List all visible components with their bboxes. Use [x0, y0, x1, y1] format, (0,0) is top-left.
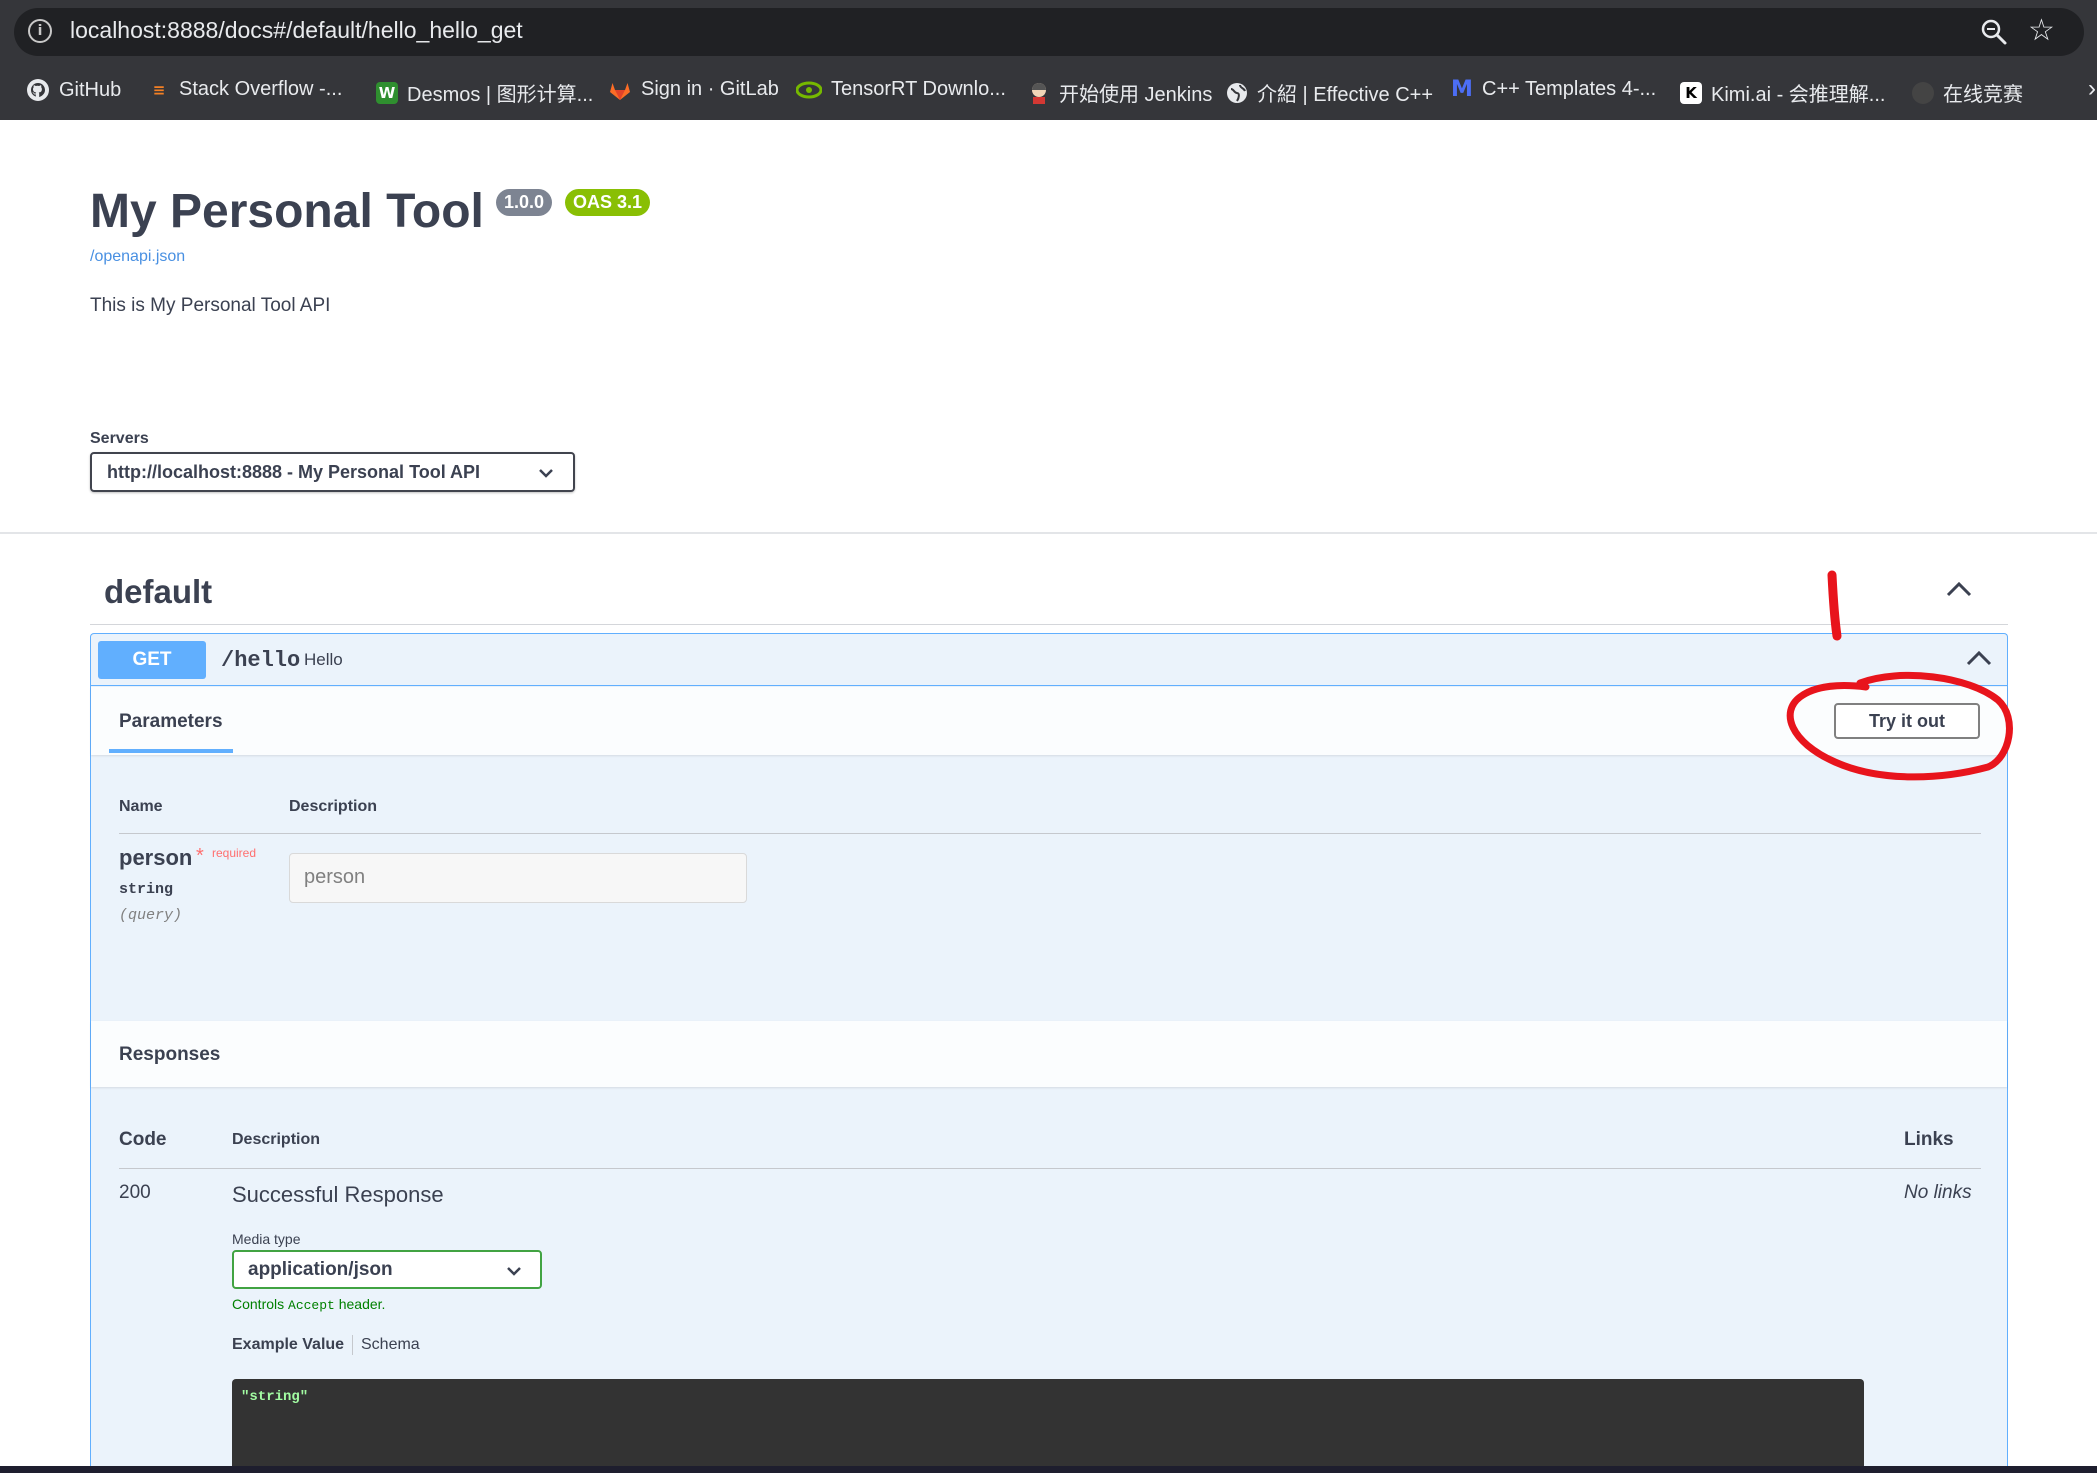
media-type-select[interactable]: application/json: [232, 1250, 542, 1289]
bookmark-kimi[interactable]: K Kimi.ai - 会推理解...: [1680, 78, 1885, 107]
tab-active-indicator: [109, 749, 233, 753]
taskbar-edge: [0, 1466, 2097, 1473]
response-description: Successful Response: [232, 1182, 444, 1207]
tab-example-value[interactable]: Example Value: [232, 1336, 344, 1354]
param-type: string: [119, 881, 174, 898]
tab-parameters[interactable]: Parameters: [119, 711, 223, 733]
bookmarks-overflow-icon[interactable]: ›: [2088, 75, 2096, 103]
url-text[interactable]: localhost:8888/docs#/default/hello_hello…: [70, 17, 523, 44]
page-title: My Personal Tool: [90, 185, 484, 238]
bookmark-star-icon[interactable]: ☆: [2028, 14, 2055, 48]
stackoverflow-icon: ≡: [152, 80, 166, 99]
required-star: *: [196, 845, 204, 867]
section-divider: [0, 532, 2097, 534]
contest-icon: [1912, 81, 1934, 104]
resp-col-links: Links: [1904, 1129, 1954, 1150]
bookmark-contest[interactable]: 在线竞赛: [1912, 78, 2023, 107]
github-icon: [27, 79, 49, 101]
responses-header: Responses: [91, 1021, 2007, 1087]
bookmarks-bar: GitHub ≡ Stack Overflow -... W Desmos | …: [0, 63, 2097, 120]
resp-col-description: Description: [232, 1131, 321, 1148]
resp-col-code: Code: [119, 1129, 167, 1150]
bookmark-desmos[interactable]: W Desmos | 图形计算...: [376, 78, 593, 107]
servers-select[interactable]: http://localhost:8888 - My Personal Tool…: [90, 452, 575, 492]
chevron-up-icon[interactable]: [1945, 580, 1973, 598]
servers-label: Servers: [90, 430, 149, 447]
responses-title: Responses: [119, 1044, 221, 1065]
bookmark-github[interactable]: GitHub: [26, 78, 121, 102]
example-code-text: "string": [241, 1389, 309, 1405]
nvidia-icon: [796, 81, 822, 98]
oas-badge: OAS 3.1: [565, 189, 651, 216]
browser-address-bar: i localhost:8888/docs#/default/hello_hel…: [0, 0, 2097, 63]
bookmark-label: GitHub: [59, 78, 122, 101]
version-badge: 1.0.0: [496, 189, 553, 216]
media-type-value: application/json: [248, 1259, 393, 1280]
parameters-header: Parameters Try it out: [91, 687, 2007, 755]
servers-selected-value: http://localhost:8888 - My Personal Tool…: [107, 462, 481, 482]
annotation-tick-mark: [1827, 570, 1842, 641]
operation-summary-text: Hello: [304, 650, 343, 669]
operation-block: GET /hello Hello Parameters Try it out N…: [90, 633, 2008, 1473]
controls-code: Accept: [288, 1298, 335, 1313]
param-col-name: Name: [119, 798, 163, 815]
try-it-out-button[interactable]: Try it out: [1834, 703, 1980, 739]
jenkins-icon: [1032, 82, 1046, 104]
gitlab-icon: [610, 82, 630, 100]
bookmark-effective-cpp[interactable]: 介紹 | Effective C++: [1226, 78, 1433, 107]
tab-schema[interactable]: Schema: [361, 1336, 420, 1354]
bookmark-jenkins[interactable]: 开始使用 Jenkins: [1028, 78, 1212, 107]
bookmark-label: Sign in · GitLab: [641, 78, 779, 100]
tag-underline: [90, 624, 2008, 625]
chevron-up-icon[interactable]: [1965, 649, 1993, 667]
operation-summary[interactable]: GET /hello Hello: [91, 634, 2007, 686]
bookmark-label: Stack Overflow -...: [179, 78, 343, 100]
operation-path: /hello: [221, 648, 301, 673]
response-code: 200: [119, 1182, 151, 1203]
bookmark-label: Desmos | 图形计算...: [407, 84, 594, 106]
resp-table-rule: [119, 1168, 1981, 1169]
bookmark-label: TensorRT Downlo...: [831, 78, 1006, 100]
openapi-json-link[interactable]: /openapi.json: [90, 248, 185, 266]
bookmark-label: 在线竞赛: [1943, 84, 2023, 106]
api-description: This is My Personal Tool API: [90, 295, 331, 316]
bookmark-label: 介紹 | Effective C++: [1257, 84, 1434, 106]
person-input[interactable]: person: [289, 853, 747, 903]
controls-accept-note: Controls Accept header.: [232, 1296, 385, 1313]
globe-icon: [1227, 82, 1247, 103]
bookmark-tensorrt[interactable]: TensorRT Downlo...: [796, 78, 1006, 101]
bookmark-gitlab[interactable]: Sign in · GitLab: [608, 78, 779, 101]
bookmark-label: 开始使用 Jenkins: [1059, 84, 1213, 106]
tab-separator: [352, 1335, 353, 1355]
tag-title[interactable]: default: [104, 573, 212, 611]
controls-suffix: header.: [338, 1296, 386, 1312]
site-info-icon[interactable]: i: [28, 19, 52, 43]
method-badge: GET: [98, 641, 206, 679]
param-col-description: Description: [289, 798, 378, 815]
bookmark-label: Kimi.ai - 会推理解...: [1711, 84, 1886, 106]
bookmark-stackoverflow[interactable]: ≡ Stack Overflow -...: [148, 78, 343, 101]
chevron-down-icon: [539, 469, 553, 478]
desmos-icon: W: [376, 81, 398, 104]
media-type-label: Media type: [232, 1231, 301, 1247]
response-links: No links: [1904, 1182, 1972, 1203]
required-label: required: [212, 846, 257, 860]
chevron-down-icon: [507, 1267, 521, 1276]
zoom-icon[interactable]: [1980, 18, 2008, 46]
example-code-block: "string": [232, 1379, 1864, 1473]
param-location: (query): [119, 907, 183, 924]
bookmark-label: C++ Templates 4-...: [1482, 78, 1657, 100]
m-icon: M: [1451, 76, 1473, 102]
kimi-icon: K: [1680, 81, 1702, 104]
param-name: person: [119, 845, 193, 870]
bookmark-cpp-templates[interactable]: M C++ Templates 4-...: [1451, 78, 1656, 101]
param-table-rule: [119, 833, 1981, 834]
controls-prefix: Controls: [232, 1296, 285, 1312]
